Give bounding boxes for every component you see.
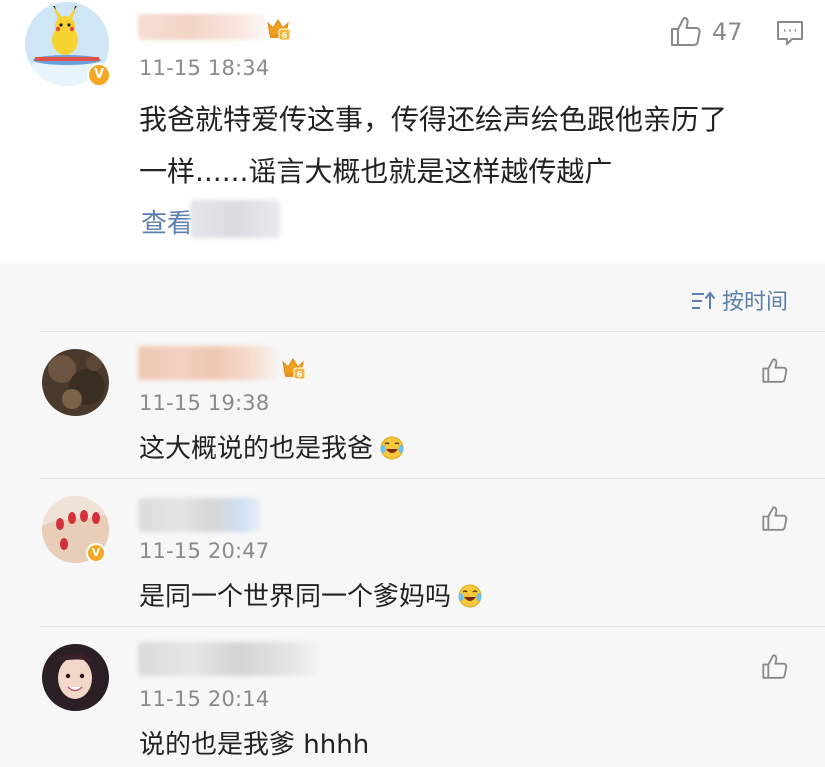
username-blurred[interactable]	[138, 346, 276, 380]
comment-text-line: 一样......谣言大概也就是这样越传越广	[139, 155, 613, 188]
verified-badge-icon: V	[87, 63, 111, 87]
thumbs-up-icon[interactable]	[668, 14, 704, 50]
divider	[40, 626, 825, 627]
avatar[interactable]	[42, 349, 109, 416]
thumbs-up-icon[interactable]	[760, 504, 790, 534]
vip-crown-icon: 6	[267, 19, 291, 41]
reply-text: 说的也是我爹 hhhh	[139, 724, 369, 761]
divider	[40, 331, 825, 332]
sort-icon	[692, 291, 716, 309]
vip-crown-icon: 6	[282, 358, 306, 380]
thumbs-up-icon[interactable]	[760, 652, 790, 682]
reply-text-content: 是同一个世界同一个爹妈吗	[139, 582, 452, 612]
username-blurred[interactable]	[138, 498, 260, 532]
username-blurred[interactable]	[138, 14, 266, 40]
sort-by-time-button[interactable]: 按时间	[690, 284, 788, 316]
comment-text-line: 我爸就特爱传这事，传得还绘声绘色跟他亲历了	[139, 103, 728, 136]
divider	[40, 478, 825, 479]
sort-label: 按时间	[722, 290, 789, 315]
avatar[interactable]	[42, 644, 109, 711]
replies-section	[0, 263, 825, 767]
reply-text-content: 这大概说的也是我爸	[139, 434, 374, 464]
username-blurred[interactable]	[138, 642, 318, 676]
thumbs-up-icon[interactable]	[760, 356, 790, 386]
comment-timestamp: 11-15 18:34	[139, 56, 270, 80]
reply-timestamp: 11-15 19:38	[139, 391, 270, 415]
reply-timestamp: 11-15 20:14	[139, 687, 270, 711]
laugh-cry-icon	[458, 584, 482, 608]
verified-badge-icon: V	[86, 543, 106, 563]
reply-text: 是同一个世界同一个爹妈吗	[139, 576, 483, 613]
view-replies-blurred	[190, 200, 280, 238]
reply-timestamp: 11-15 20:47	[139, 539, 270, 563]
comment-icon[interactable]	[775, 18, 805, 48]
laugh-cry-icon	[380, 436, 404, 460]
svg-text:6: 6	[282, 31, 288, 40]
reply-text-content: 说的也是我爹 hhhh	[139, 730, 370, 760]
svg-text:6: 6	[297, 370, 303, 379]
comment-text: 我爸就特爱传这事，传得还绘声绘色跟他亲历了 一样......谣言大概也就是这样越…	[139, 94, 799, 198]
view-replies-link[interactable]: 查看	[141, 203, 193, 240]
reply-text: 这大概说的也是我爸	[139, 428, 405, 465]
like-count: 47	[712, 18, 743, 46]
